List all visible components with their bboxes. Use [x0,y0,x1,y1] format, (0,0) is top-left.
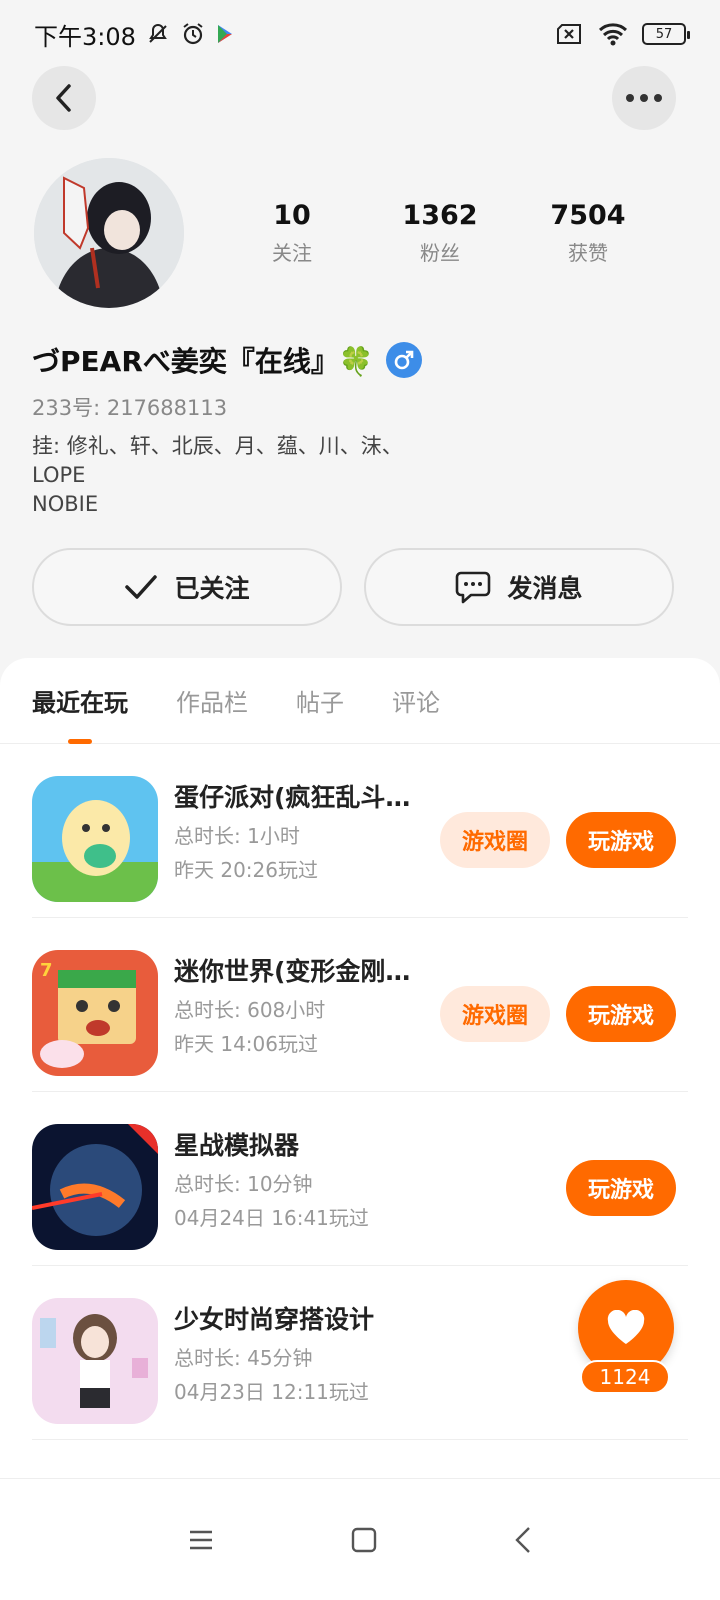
followed-button[interactable]: 已关注 [32,548,342,626]
stat-value: 10 [273,200,311,231]
stat-likes[interactable]: 7504 获赞 [528,200,648,266]
game-duration: 总时长: 10分钟 [174,1172,313,1196]
play-game-button[interactable]: 玩游戏 [566,1160,676,1216]
game-circle-button[interactable]: 游戏圈 [440,986,550,1042]
chat-bubble-icon [456,571,491,604]
game-duration: 总时长: 608小时 [174,998,326,1022]
play-game-button[interactable]: 玩游戏 [566,986,676,1042]
chevron-left-icon [56,84,71,112]
gender-badge [385,342,422,378]
bio-line: LOPE [32,463,86,487]
tab-recent-play[interactable]: 最近在玩 [32,658,128,744]
message-button[interactable]: 发消息 [364,548,674,626]
stat-label: 粉丝 [420,241,460,265]
username-row: づPEARべ姜奕『在线』🍀 [32,340,422,380]
stat-value: 7504 [550,200,626,231]
stat-followers[interactable]: 1362 粉丝 [380,200,500,266]
game-circle-button[interactable]: 游戏圈 [440,812,550,868]
game-last-played: 04月23日 12:11玩过 [174,1380,369,1404]
stat-label: 获赞 [568,241,608,265]
more-dots-icon [626,94,662,102]
battery-indicator: 57 [642,23,690,45]
tab-posts[interactable]: 帖子 [296,658,344,744]
back-button[interactable] [32,66,96,130]
game-name: 少女时尚穿搭设计 [174,1305,375,1334]
more-button[interactable] [612,66,676,130]
followed-label: 已关注 [174,574,250,603]
star-war-simulator-icon [32,1124,158,1250]
heart-icon [607,1310,645,1344]
tab-bar: 最近在玩 作品栏 帖子 评论 [0,658,720,744]
svg-text:7: 7 [40,960,53,981]
status-left: 下午3:08 [34,17,234,52]
avatar-illustration [34,158,184,308]
game-duration: 总时长: 45分钟 [174,1346,313,1370]
game-name: 迷你世界(变形金刚… [174,957,411,986]
game-last-played: 04月24日 16:41玩过 [174,1206,369,1230]
stat-following[interactable]: 10 关注 [232,200,352,266]
bio: 挂: 修礼、轩、北辰、月、蕴、川、沫、 LOPE NOBIE [32,432,432,519]
game-icon[interactable] [32,776,158,902]
tab-comments[interactable]: 评论 [392,658,440,744]
fashion-dressup-icon [32,1298,158,1424]
battery-level: 57 [655,26,673,42]
menu-icon[interactable] [188,1529,214,1551]
game-row[interactable]: 星战模拟器 总时长: 10分钟 04月24日 16:41玩过 玩游戏 [0,1092,720,1266]
message-label: 发消息 [507,574,583,603]
avatar[interactable] [34,158,184,308]
username: づPEARべ姜奕『在线』🍀 [32,345,374,378]
bio-line: 挂: 修礼、轩、北辰、月、蕴、川、沫、 [32,434,403,458]
play-game-button[interactable]: 玩游戏 [566,812,676,868]
game-name: 星战模拟器 [174,1131,300,1160]
game-icon[interactable] [32,1298,158,1424]
stat-label: 关注 [272,241,312,265]
game-icon[interactable]: 7 [32,950,158,1076]
like-count-badge: 1124 [580,1360,670,1394]
mini-world-icon: 7 [32,950,158,1076]
game-icon[interactable] [32,1124,158,1250]
mute-bell-icon [149,23,167,43]
game-duration: 总时长: 1小时 [174,824,300,848]
divider [32,1439,688,1440]
male-icon [394,350,414,370]
game-row[interactable]: 7 迷你世界(变形金刚… 总时长: 608小时 昨天 14:06玩过 游戏圈 玩… [0,918,720,1092]
system-nav-bar [0,1478,720,1600]
eggy-party-icon [32,776,158,902]
status-bar: 下午3:08 57 [0,0,720,68]
game-name: 蛋仔派对(疯狂乱斗… [174,783,411,812]
check-icon [125,575,158,599]
game-last-played: 昨天 20:26玩过 [174,858,318,882]
no-sim-icon [557,24,581,44]
home-icon[interactable] [351,1527,377,1553]
profile-stats: 10 关注 1362 粉丝 7504 获赞 [232,200,648,266]
stat-value: 1362 [402,200,478,231]
play-store-icon [217,25,232,43]
alarm-icon [183,23,203,45]
status-right: 57 [556,22,690,46]
wifi-icon [598,23,628,46]
game-row[interactable]: 蛋仔派对(疯狂乱斗… 总时长: 1小时 昨天 20:26玩过 游戏圈 玩游戏 [0,744,720,918]
user-id: 233号: 217688113 [32,396,228,420]
tab-works[interactable]: 作品栏 [176,658,248,744]
back-nav-icon[interactable] [514,1526,532,1554]
status-time: 下午3:08 [34,22,136,51]
game-last-played: 昨天 14:06玩过 [174,1032,318,1056]
bio-line: NOBIE [32,492,99,516]
